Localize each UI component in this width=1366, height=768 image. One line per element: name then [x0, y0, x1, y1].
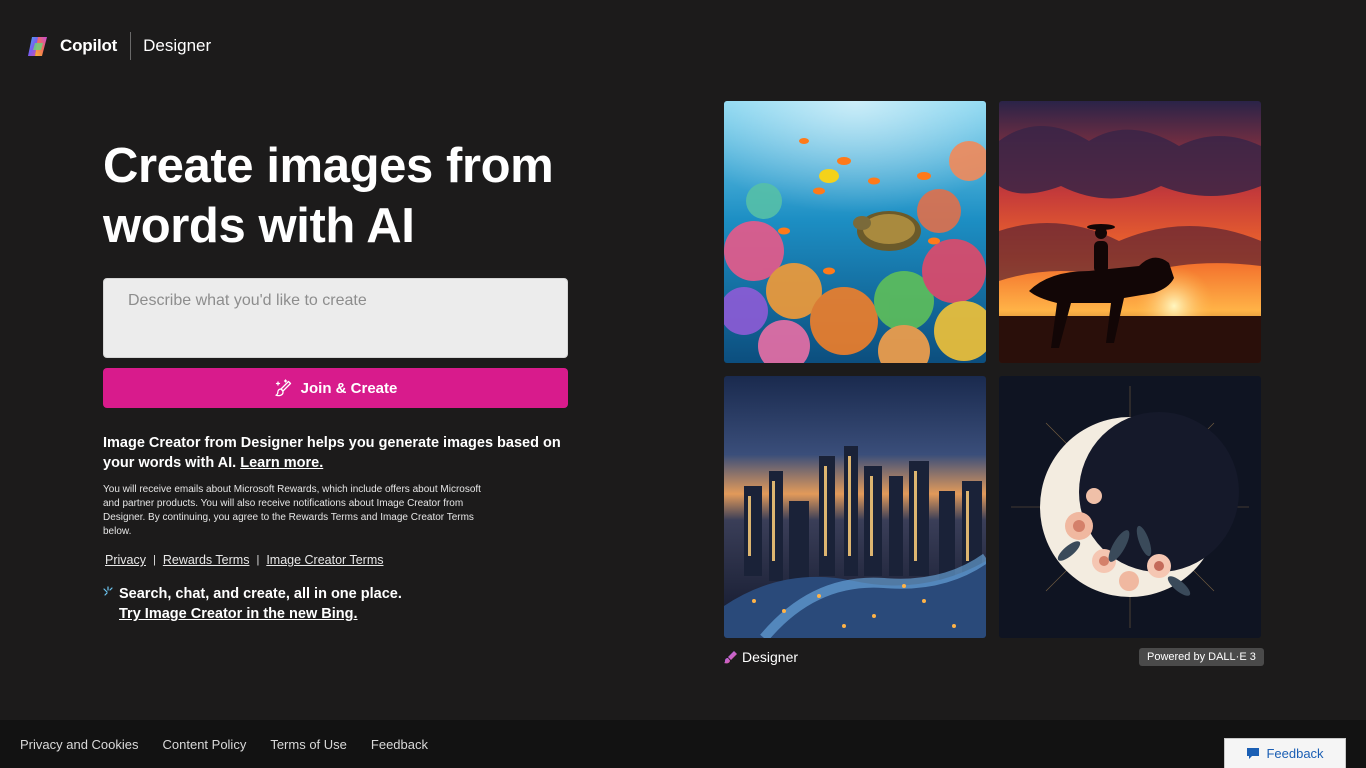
city-night-river-image[interactable] [724, 376, 986, 638]
description: Image Creator from Designer helps you ge… [103, 433, 563, 473]
page-title-line2: words with AI [103, 199, 415, 253]
brand-name[interactable]: Copilot [60, 36, 117, 56]
bing-promo: Search, chat, and create, all in one pla… [103, 584, 402, 624]
product-name[interactable]: Designer [143, 36, 211, 56]
footer-feedback-link[interactable]: Feedback [371, 737, 428, 752]
footer-content-policy-link[interactable]: Content Policy [163, 737, 247, 752]
footer-terms-link[interactable]: Terms of Use [270, 737, 347, 752]
try-new-bing-link[interactable]: Try Image Creator in the new Bing. [119, 606, 358, 622]
rewards-terms-link[interactable]: Rewards Terms [163, 553, 250, 567]
terms-separator: | [256, 554, 260, 566]
join-and-create-button[interactable]: Join & Create [103, 368, 568, 408]
footer: Privacy and Cookies Content Policy Terms… [0, 720, 1366, 768]
designer-tag: Designer [724, 649, 798, 665]
bing-promo-text: Search, chat, and create, all in one pla… [119, 586, 402, 602]
coral-reef-sea-turtle-image[interactable] [724, 101, 986, 363]
prompt-container [103, 278, 568, 358]
floral-crescent-moon-image[interactable] [999, 376, 1261, 638]
header-divider [130, 32, 132, 60]
chat-bubble-icon [1246, 747, 1260, 760]
designer-label: Designer [742, 649, 799, 665]
cowboy-sunset-silhouette-image[interactable] [999, 101, 1261, 363]
fine-print: You will receive emails about Microsoft … [103, 484, 481, 537]
image-creator-terms-link[interactable]: Image Creator Terms [266, 553, 383, 567]
learn-more-link[interactable]: Learn more. [240, 455, 323, 471]
brush-sparkle-icon [274, 378, 293, 398]
header: Copilot Designer [26, 32, 211, 60]
designer-logo-icon [724, 650, 738, 664]
description-text: Image Creator from Designer helps you ge… [103, 435, 561, 471]
privacy-link[interactable]: Privacy [105, 553, 146, 567]
sparkle-icon [103, 585, 117, 624]
feedback-button-label: Feedback [1266, 746, 1324, 761]
copilot-logo-icon[interactable] [26, 34, 51, 59]
terms-links: Privacy | Rewards Terms | Image Creator … [105, 553, 383, 567]
page-title-line1: Create images from [103, 139, 554, 193]
footer-privacy-link[interactable]: Privacy and Cookies [20, 737, 139, 752]
join-and-create-label: Join & Create [300, 379, 398, 397]
prompt-input[interactable] [104, 279, 567, 357]
feedback-button[interactable]: Feedback [1224, 738, 1346, 768]
terms-separator: | [152, 554, 156, 566]
powered-by-badge: Powered by DALL·E 3 [1139, 648, 1264, 666]
page-title: Create images from words with AI [103, 136, 623, 256]
